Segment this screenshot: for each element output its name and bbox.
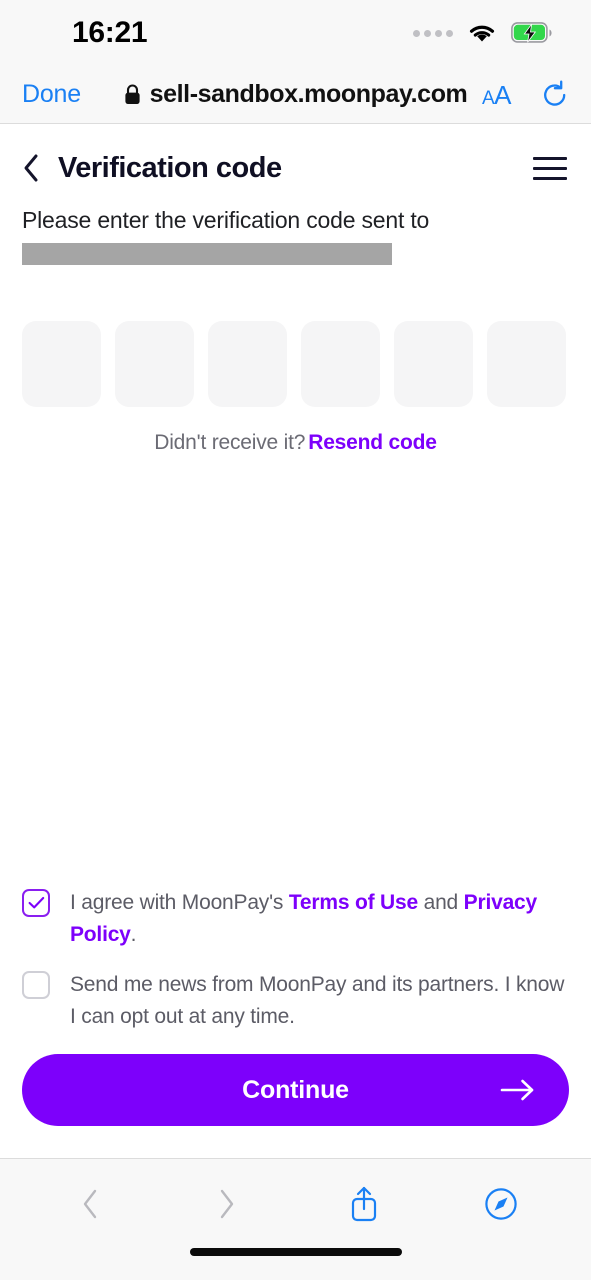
done-button[interactable]: Done <box>22 80 81 109</box>
page-content: Verification code Please enter the verif… <box>0 124 591 1158</box>
battery-charging-icon <box>511 22 552 43</box>
otp-digit-2[interactable] <box>115 320 194 407</box>
newsletter-consent-text: Send me news from MoonPay and its partne… <box>70 973 565 1028</box>
share-up-icon <box>351 1186 376 1221</box>
ios-status-bar: 16:21 <box>0 0 591 66</box>
hamburger-menu-icon[interactable] <box>531 151 569 186</box>
browser-url-bar: Done sell-sandbox.moonpay.com AA <box>0 66 591 124</box>
consent-block: I agree with MoonPay's Terms of Use and … <box>22 886 569 1050</box>
chevron-left-icon <box>24 154 38 182</box>
browser-back-button[interactable] <box>55 1187 125 1221</box>
checkmark-icon <box>28 896 44 909</box>
otp-input-row <box>22 320 569 407</box>
home-indicator-area <box>0 1248 591 1280</box>
otp-digit-5[interactable] <box>394 320 473 407</box>
arrow-right-icon <box>499 1076 537 1104</box>
page-back-button[interactable] <box>22 153 46 183</box>
browser-share-button[interactable] <box>329 1185 399 1223</box>
consent-row-terms: I agree with MoonPay's Terms of Use and … <box>22 886 569 950</box>
terms-text-part-4: . <box>130 922 137 946</box>
wifi-icon <box>469 25 495 42</box>
otp-digit-6[interactable] <box>487 320 566 407</box>
redacted-contact-value <box>22 242 392 265</box>
verification-subtitle: Please enter the verification code sent … <box>22 207 430 233</box>
status-time: 16:21 <box>72 16 148 49</box>
phone-screen: 16:21 Done sell-sandbox.moonpay.com AA V… <box>0 0 591 1280</box>
terms-consent-text: I agree with MoonPay's Terms of Use and … <box>70 886 569 950</box>
otp-digit-4[interactable] <box>301 320 380 407</box>
text-size-button[interactable]: AA <box>481 79 512 110</box>
otp-digit-1[interactable] <box>22 320 101 407</box>
terms-checkbox[interactable] <box>22 889 50 917</box>
otp-digit-3[interactable] <box>208 320 287 407</box>
page-header: Verification code <box>22 146 569 190</box>
browser-tabs-button[interactable] <box>466 1187 536 1221</box>
terms-of-use-link[interactable]: Terms of Use <box>289 891 418 914</box>
signal-dots-icon <box>413 29 453 37</box>
browser-bottom-toolbar <box>0 1158 591 1248</box>
terms-text-part-0: I agree with MoonPay's <box>70 891 289 914</box>
newsletter-checkbox[interactable] <box>22 971 50 999</box>
home-indicator[interactable] <box>189 1248 402 1256</box>
resend-row: Didn't receive it? Resend code <box>22 431 569 455</box>
continue-button[interactable]: Continue <box>22 1054 569 1126</box>
terms-text-part-2: and <box>417 891 464 914</box>
chevron-right-icon <box>220 1189 234 1218</box>
resend-prompt: Didn't receive it? <box>154 430 306 454</box>
continue-button-label: Continue <box>242 1075 349 1104</box>
reload-icon[interactable] <box>541 79 569 110</box>
lock-icon <box>125 84 140 104</box>
browser-forward-button[interactable] <box>192 1187 262 1221</box>
page-title: Verification code <box>58 151 282 184</box>
url-text: sell-sandbox.moonpay.com <box>149 80 468 108</box>
resend-code-link[interactable]: Resend code <box>308 431 437 454</box>
text-size-small-a: A <box>481 87 495 109</box>
status-indicators <box>413 21 553 45</box>
url-bar-actions: AA <box>481 79 569 110</box>
safari-compass-icon <box>484 1187 517 1220</box>
chevron-left-icon <box>84 1189 97 1218</box>
consent-row-newsletter: Send me news from MoonPay and its partne… <box>22 968 569 1032</box>
text-size-big-a: A <box>494 79 511 110</box>
